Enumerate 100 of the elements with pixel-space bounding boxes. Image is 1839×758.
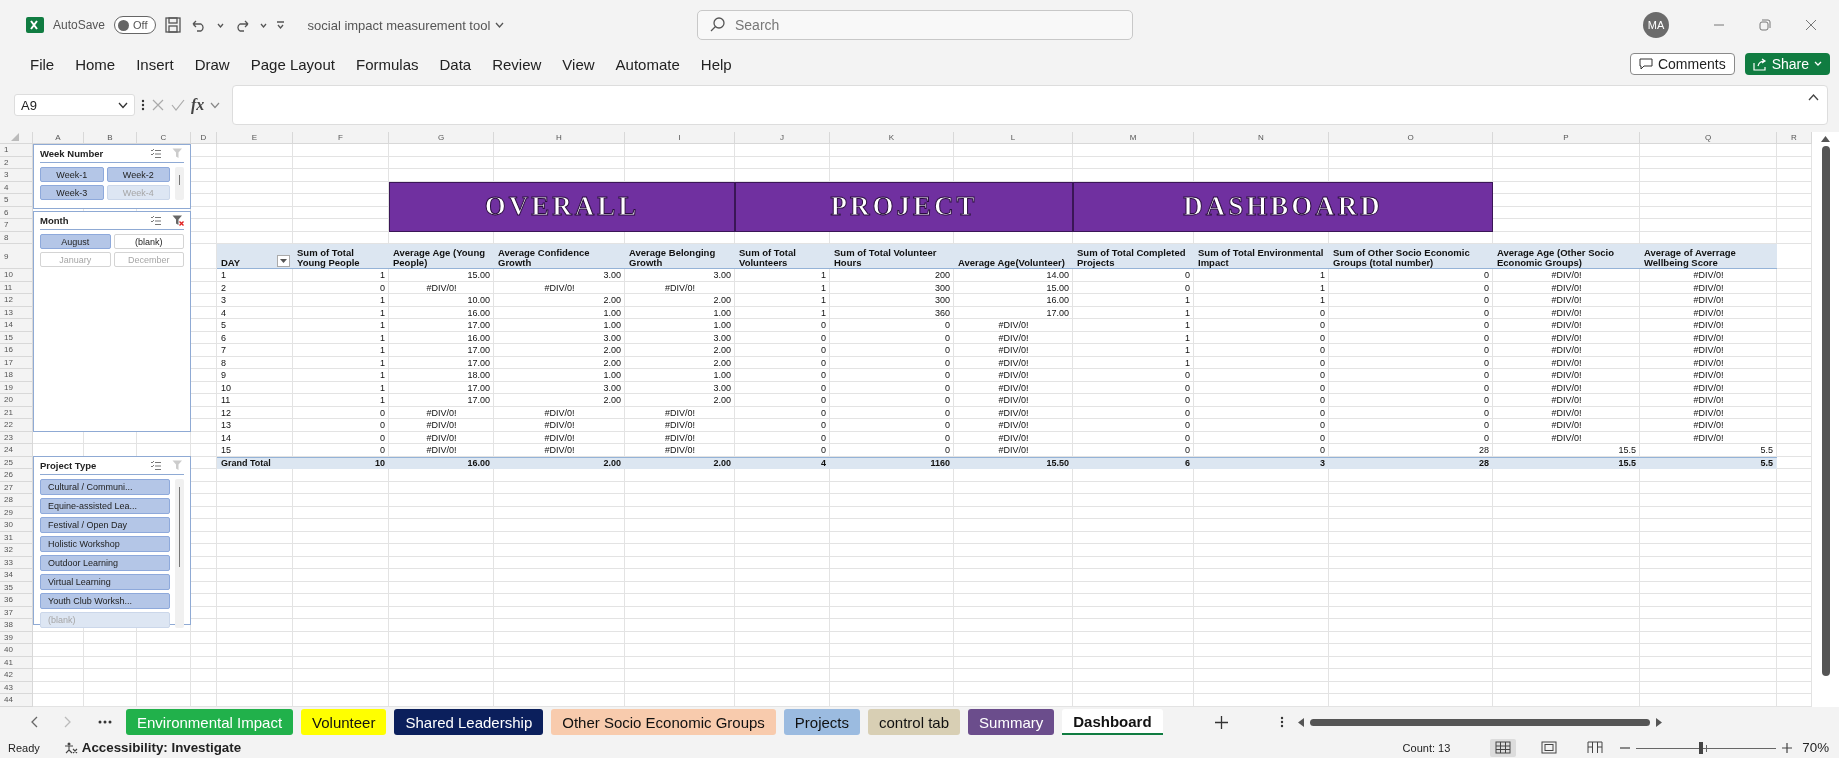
row-number[interactable]: 5 xyxy=(0,194,33,207)
ribbon-tab[interactable]: File xyxy=(30,55,55,73)
row-number[interactable]: 7 xyxy=(0,219,33,232)
row-number[interactable]: 3 xyxy=(0,169,33,182)
slicer-item[interactable]: (blank) xyxy=(113,234,184,249)
slicer-item[interactable]: Equine-assisted Lea... xyxy=(40,498,170,514)
row-number[interactable]: 40 xyxy=(0,644,33,657)
more-icon[interactable] xyxy=(98,720,112,724)
save-icon[interactable] xyxy=(164,17,181,33)
column-letter[interactable]: O xyxy=(1329,132,1493,144)
row-number[interactable]: 30 xyxy=(0,519,33,532)
row-number[interactable]: 42 xyxy=(0,669,33,682)
ribbon-tab[interactable]: Help xyxy=(700,55,732,73)
slicer-item[interactable]: Week-1 xyxy=(40,167,104,182)
slicer-item[interactable]: Cultural / Communi... xyxy=(40,479,170,495)
file-name-dropdown[interactable]: social impact measurement tool xyxy=(307,17,505,33)
zoom-level-button[interactable]: 70% xyxy=(1802,740,1829,755)
sheet-tab[interactable]: Projects xyxy=(783,709,860,735)
column-letter[interactable]: H xyxy=(494,132,625,144)
filter-dropdown-button[interactable] xyxy=(277,255,290,267)
column-letter[interactable]: R xyxy=(1777,132,1812,144)
customize-icon[interactable] xyxy=(275,21,285,29)
column-letter[interactable]: G xyxy=(389,132,494,144)
ribbon-tab[interactable]: Page Layout xyxy=(250,55,335,73)
expand-icon[interactable] xyxy=(1808,94,1819,101)
add-sheet-icon[interactable] xyxy=(1214,715,1228,729)
autosave-toggle[interactable]: Off xyxy=(114,16,156,34)
sheet-tab[interactable]: Volunteer xyxy=(301,709,387,735)
row-number[interactable]: 36 xyxy=(0,594,33,607)
clear-filter-icon[interactable] xyxy=(172,215,184,226)
zoom-slider[interactable] xyxy=(1636,741,1777,754)
column-letter[interactable]: N xyxy=(1194,132,1329,144)
row-number[interactable]: 12 xyxy=(0,294,33,307)
column-letter[interactable]: B xyxy=(84,132,137,144)
column-letter[interactable]: A xyxy=(33,132,84,144)
row-number[interactable]: 14 xyxy=(0,319,33,332)
slicer-item[interactable]: Outdoor Learning xyxy=(40,555,170,571)
ribbon-tab[interactable]: Automate xyxy=(615,55,680,73)
sheet-tab[interactable]: control tab xyxy=(868,709,961,735)
row-number[interactable]: 24 xyxy=(0,444,33,457)
sheet-tab[interactable]: Summary xyxy=(968,709,1055,735)
column-letter[interactable]: J xyxy=(735,132,830,144)
restore-icon[interactable] xyxy=(1759,19,1771,31)
column-letter[interactable]: C xyxy=(137,132,191,144)
formula-input[interactable] xyxy=(232,85,1828,125)
multi-select-icon[interactable] xyxy=(150,215,162,226)
more-options-icon[interactable] xyxy=(1279,716,1284,728)
caret-icon[interactable] xyxy=(118,101,128,109)
ribbon-tab[interactable]: Insert xyxy=(136,55,174,73)
multi-select-icon[interactable] xyxy=(150,460,162,471)
sheet-tab[interactable]: Shared Leadership xyxy=(394,709,544,735)
column-letter[interactable]: E xyxy=(217,132,293,144)
row-number[interactable]: 9 xyxy=(0,244,33,269)
ribbon-tab[interactable]: Home xyxy=(75,55,116,73)
caret-icon[interactable] xyxy=(216,22,224,28)
ribbon-tab[interactable]: Formulas xyxy=(355,55,419,73)
row-number[interactable]: 1 xyxy=(0,144,33,157)
slicer-item[interactable]: Youth Club Worksh... xyxy=(40,593,170,609)
share-button[interactable]: Share xyxy=(1744,53,1830,75)
normal-view-button[interactable] xyxy=(1490,738,1517,757)
scrollbar[interactable] xyxy=(175,479,184,628)
column-letter[interactable]: F xyxy=(293,132,389,144)
comments-button[interactable]: Comments xyxy=(1629,53,1735,75)
user-avatar[interactable]: MA xyxy=(1643,12,1669,38)
row-number[interactable]: 34 xyxy=(0,569,33,582)
slicer-item[interactable]: Week-3 xyxy=(40,185,104,200)
insert-function-button[interactable]: fx xyxy=(191,96,205,114)
row-number[interactable]: 20 xyxy=(0,394,33,407)
column-letter[interactable]: L xyxy=(954,132,1073,144)
zoom-slider-thumb[interactable] xyxy=(1698,741,1703,754)
slicer-item[interactable]: Festival / Open Day xyxy=(40,517,170,533)
scrollbar[interactable] xyxy=(175,167,184,200)
chevron-left-icon[interactable] xyxy=(30,716,38,728)
row-number[interactable]: 44 xyxy=(0,694,33,707)
ribbon-tab[interactable]: Draw xyxy=(194,55,230,73)
ribbon-tab[interactable]: Data xyxy=(439,55,472,73)
sheet-tab[interactable]: Other Socio Economic Groups xyxy=(551,709,776,735)
row-number[interactable]: 38 xyxy=(0,619,33,632)
caret-icon[interactable] xyxy=(259,22,267,28)
row-number[interactable]: 28 xyxy=(0,494,33,507)
row-number[interactable]: 26 xyxy=(0,469,33,482)
close-icon[interactable] xyxy=(1805,19,1817,31)
row-number[interactable]: 32 xyxy=(0,544,33,557)
multi-select-icon[interactable] xyxy=(150,148,162,159)
slicer-item[interactable]: August xyxy=(40,234,111,249)
column-letter[interactable]: Q xyxy=(1640,132,1777,144)
column-letter[interactable]: K xyxy=(830,132,954,144)
accessibility-button[interactable]: Accessibility: Investigate xyxy=(63,740,242,755)
column-letter[interactable]: P xyxy=(1493,132,1640,144)
column-letter[interactable]: I xyxy=(625,132,735,144)
ribbon-tab[interactable]: Review xyxy=(492,55,542,73)
scroll-left-icon[interactable] xyxy=(1297,717,1304,727)
row-number[interactable]: 10 xyxy=(0,269,33,282)
ribbon-tab[interactable]: View xyxy=(562,55,595,73)
check-icon[interactable] xyxy=(171,98,185,112)
slicer-item[interactable]: Week-2 xyxy=(106,167,170,182)
scroll-up-icon[interactable] xyxy=(1821,136,1830,142)
slicer-item[interactable]: Virtual Learning xyxy=(40,574,170,590)
slicer-item[interactable]: Holistic Workshop xyxy=(40,536,170,552)
scrollbar-thumb[interactable] xyxy=(1309,718,1650,726)
